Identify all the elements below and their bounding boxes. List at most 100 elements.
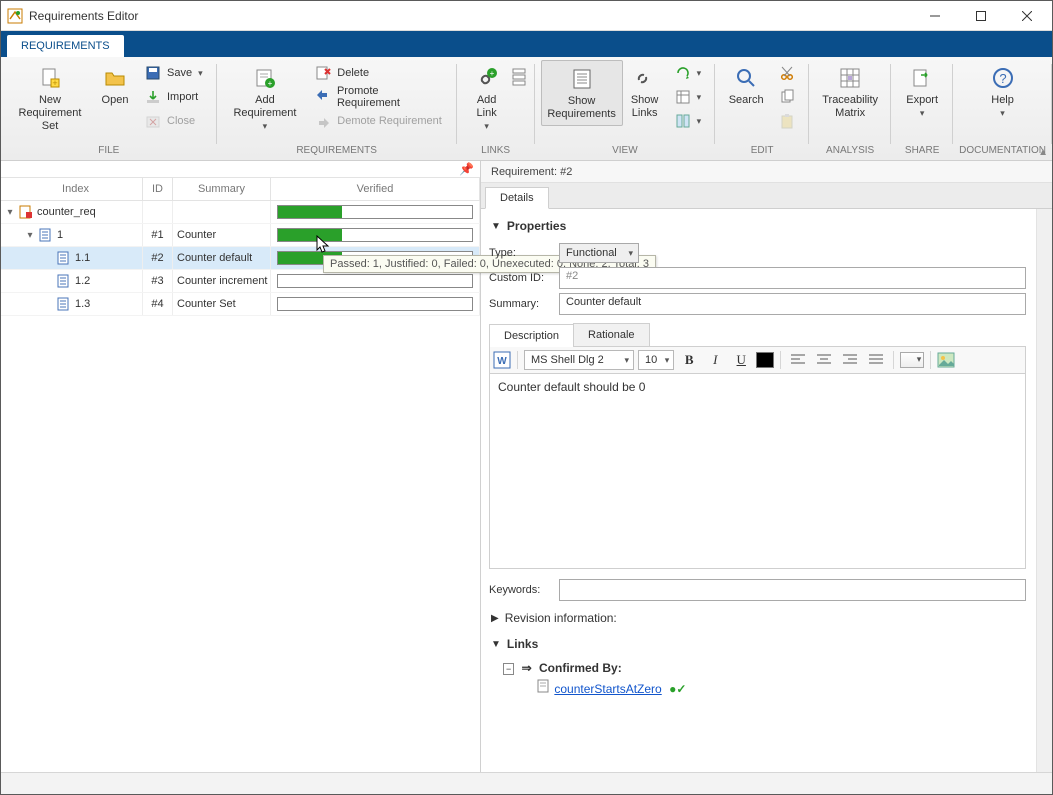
editor-toolbar: W MS Shell Dlg 2 10 B I U (489, 347, 1026, 374)
import-button[interactable]: Import (141, 86, 207, 108)
italic-button[interactable]: I (704, 350, 726, 370)
search-icon (734, 66, 758, 90)
header-verified[interactable]: Verified (271, 178, 480, 200)
arrow-right-icon: ⇒ (522, 661, 532, 675)
close-file-button: Close (141, 110, 207, 132)
traceability-matrix-button[interactable]: Traceability Matrix (815, 60, 885, 124)
word-icon[interactable]: W (493, 351, 511, 369)
title-bar: Requirements Editor (1, 1, 1052, 31)
new-requirement-set-label: New Requirement Set (9, 94, 91, 133)
insert-image-button[interactable] (937, 352, 955, 368)
tree-row[interactable]: ▾1 #1 Counter (1, 224, 480, 247)
promote-requirement-button[interactable]: Promote Requirement (311, 86, 446, 108)
view-columns-button[interactable] (671, 86, 706, 108)
save-button[interactable]: Save (141, 62, 207, 84)
collapse-icon[interactable]: − (503, 663, 514, 675)
add-requirement-button[interactable]: + Add Requirement (223, 60, 308, 137)
new-file-icon: + (38, 66, 62, 90)
keywords-field[interactable] (559, 579, 1026, 601)
bold-button[interactable]: B (678, 350, 700, 370)
app-icon (7, 8, 23, 24)
svg-text:?: ? (999, 71, 1006, 86)
custom-id-label: Custom ID: (489, 272, 559, 284)
group-label-file: FILE (98, 145, 119, 160)
pin-icon[interactable]: 📌 (459, 162, 474, 176)
group-label-links: LINKS (481, 145, 510, 160)
show-requirements-button[interactable]: Show Requirements (541, 60, 623, 126)
type-select[interactable]: Functional (559, 243, 639, 263)
matrix-icon (838, 66, 862, 90)
requirements-tree-pane: 📌 Index ID Summary Verified ▾counter_req… (1, 161, 481, 772)
requirement-icon (39, 228, 53, 242)
tab-details[interactable]: Details (485, 187, 549, 209)
links-extra-button[interactable] (511, 60, 529, 98)
ribbon-collapse-icon[interactable]: ▲ (1038, 147, 1048, 158)
link-item[interactable]: counterStartsAtZero (554, 682, 661, 696)
copy-button[interactable] (775, 86, 799, 108)
requirement-icon (57, 251, 71, 265)
show-links-button[interactable]: Show Links (623, 60, 667, 124)
tab-description[interactable]: Description (489, 324, 574, 347)
minimize-button[interactable] (912, 2, 958, 30)
align-right-button[interactable] (839, 350, 861, 370)
text-color-button[interactable] (756, 352, 774, 368)
tab-requirements[interactable]: REQUIREMENTS (7, 35, 124, 57)
requirement-icon (57, 297, 71, 311)
align-center-button[interactable] (813, 350, 835, 370)
group-label-share: SHARE (905, 145, 939, 160)
tree-row[interactable]: 1.2 #3 Counter increment (1, 270, 480, 293)
tree-body: ▾counter_req ▾1 #1 Counter 1.1 #2 Counte… (1, 201, 480, 772)
description-editor[interactable]: Counter default should be 0 (489, 374, 1026, 569)
highlight-color-button[interactable] (900, 352, 924, 368)
new-requirement-set-button[interactable]: + New Requirement Set (7, 60, 93, 137)
ribbon: + New Requirement Set Open Save Import C… (1, 57, 1052, 161)
search-button[interactable]: Search (721, 60, 771, 111)
section-revision[interactable]: ▶Revision information: (489, 605, 1026, 631)
summary-field[interactable]: Counter default (559, 293, 1026, 315)
keywords-label: Keywords: (489, 584, 559, 596)
group-label-requirements: REQUIREMENTS (296, 145, 377, 160)
group-label-view: VIEW (612, 145, 638, 160)
section-links[interactable]: ▼Links (489, 631, 1026, 657)
type-label: Type: (489, 247, 559, 259)
scrollbar[interactable] (1036, 209, 1052, 772)
view-refresh-button[interactable] (671, 62, 706, 84)
custom-id-field[interactable]: #2 (559, 267, 1026, 289)
tree-root-row[interactable]: ▾counter_req (1, 201, 480, 224)
tab-rationale[interactable]: Rationale (573, 323, 649, 346)
align-justify-button[interactable] (865, 350, 887, 370)
open-folder-icon (103, 66, 127, 90)
chainlink-icon (633, 66, 657, 90)
tree-row[interactable]: 1.3 #4 Counter Set (1, 293, 480, 316)
export-icon (910, 66, 934, 90)
underline-button[interactable]: U (730, 350, 752, 370)
paste-button (775, 110, 799, 132)
delete-requirement-button[interactable]: Delete (311, 62, 446, 84)
cut-button[interactable] (775, 62, 799, 84)
tree-header: Index ID Summary Verified (1, 177, 480, 201)
close-button[interactable] (1004, 2, 1050, 30)
font-family-select[interactable]: MS Shell Dlg 2 (524, 350, 634, 370)
details-pane: Requirement: #2 Details ▼Properties Type… (481, 161, 1052, 772)
export-button[interactable]: Export (897, 60, 947, 124)
header-index[interactable]: Index (1, 178, 143, 200)
add-link-button[interactable]: + Add Link (463, 60, 511, 137)
view-layout-button[interactable] (671, 110, 706, 132)
demote-requirement-button: Demote Requirement (311, 110, 446, 132)
group-label-analysis: ANALYSIS (826, 145, 874, 160)
font-size-select[interactable]: 10 (638, 350, 674, 370)
ribbon-tab-strip: REQUIREMENTS (1, 31, 1052, 57)
group-label-docs: DOCUMENTATION (959, 145, 1046, 160)
svg-text:+: + (489, 69, 494, 78)
align-left-button[interactable] (787, 350, 809, 370)
help-button[interactable]: ? Help (978, 60, 1028, 124)
section-properties[interactable]: ▼Properties (489, 213, 1026, 239)
header-id[interactable]: ID (143, 178, 173, 200)
header-summary[interactable]: Summary (173, 178, 271, 200)
check-ok-icon: ●✓ (669, 682, 686, 696)
summary-label: Summary: (489, 298, 559, 310)
open-button[interactable]: Open (93, 60, 137, 111)
requirement-header: Requirement: #2 (481, 161, 1052, 183)
reqset-icon (19, 205, 33, 219)
maximize-button[interactable] (958, 2, 1004, 30)
